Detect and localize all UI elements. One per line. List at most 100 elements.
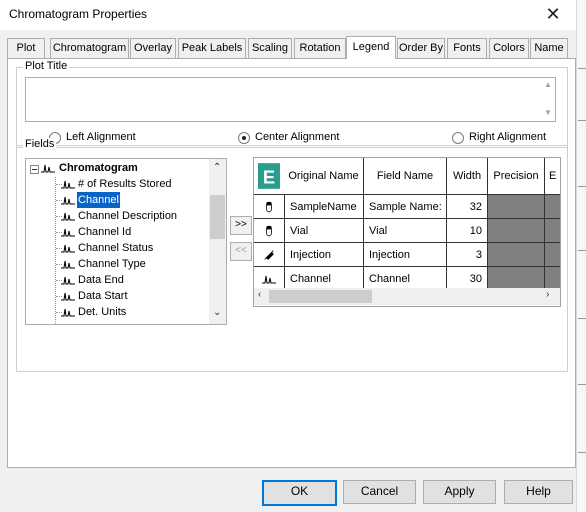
chevron-down-icon[interactable]: ⌄ xyxy=(213,307,221,318)
field-tree[interactable]: Chromatogram # of Results Stored Channel… xyxy=(25,158,227,325)
column-header-truncated[interactable]: E xyxy=(545,158,560,195)
ok-button[interactable]: OK xyxy=(262,480,337,506)
apply-button[interactable]: Apply xyxy=(423,480,496,504)
title-bar: Chromatogram Properties ✕ xyxy=(0,0,576,30)
tree-root-label: Chromatogram xyxy=(59,162,138,174)
remove-field-button[interactable]: << xyxy=(230,242,252,261)
plot-title-scrollbar[interactable]: ▲ ▼ xyxy=(542,78,555,121)
cell-original-name[interactable]: Injection xyxy=(285,243,364,267)
cancel-button[interactable]: Cancel xyxy=(343,480,416,504)
chromatogram-icon xyxy=(61,180,75,189)
tree-item-label: Data End xyxy=(78,274,124,286)
scroll-thumb[interactable] xyxy=(269,290,372,303)
tree-item-label: Channel Status xyxy=(78,242,154,254)
tab-chromatogram[interactable]: Chromatogram xyxy=(50,38,129,58)
edge-mark xyxy=(578,186,586,187)
tab-fonts[interactable]: Fonts xyxy=(447,38,487,58)
window-title: Chromatogram Properties xyxy=(9,7,148,21)
tab-legend[interactable]: Legend xyxy=(346,36,396,59)
scroll-up-icon[interactable]: ▲ xyxy=(544,80,552,89)
tree-scrollbar[interactable]: ⌃ ⌄ xyxy=(209,159,226,324)
chromatogram-icon xyxy=(61,196,75,205)
cell-precision[interactable] xyxy=(488,195,545,219)
tab-plot[interactable]: Plot xyxy=(7,38,45,58)
scroll-thumb[interactable] xyxy=(210,195,225,239)
vial-icon xyxy=(266,225,272,237)
cell-original-name[interactable]: SampleName xyxy=(285,195,364,219)
tree-root-chromatogram[interactable]: Chromatogram xyxy=(26,160,206,176)
close-icon[interactable]: ✕ xyxy=(535,2,571,26)
tree-item-label: Channel xyxy=(77,192,120,208)
cell-field-name[interactable]: Sample Name: xyxy=(364,195,447,219)
chromatogram-icon xyxy=(61,212,75,221)
legend-panel: Plot Title ▲ ▼ Left Alignment Center Ali… xyxy=(7,58,576,468)
plot-title-group: Plot Title ▲ ▼ Left Alignment Center Ali… xyxy=(16,60,568,148)
tab-order-by[interactable]: Order By xyxy=(397,38,445,58)
tab-name[interactable]: Name xyxy=(530,38,568,58)
tree-item-label: Channel Type xyxy=(78,258,146,270)
chromatogram-icon xyxy=(262,275,276,284)
tab-scaling[interactable]: Scaling xyxy=(248,38,292,58)
row-icon-cell xyxy=(254,195,285,219)
fields-label: Fields xyxy=(23,138,57,150)
edge-mark xyxy=(578,384,586,385)
radio-selected-dot xyxy=(242,136,246,140)
edge-mark xyxy=(578,120,586,121)
chromatogram-icon xyxy=(61,292,75,301)
dialog-window: Chromatogram Properties ✕ Plot Chromatog… xyxy=(0,0,576,512)
svg-text:E: E xyxy=(263,166,275,187)
tab-rotation[interactable]: Rotation xyxy=(294,38,346,58)
plot-title-input[interactable]: ▲ ▼ xyxy=(25,77,556,122)
grid-horizontal-scrollbar[interactable]: ‹ › xyxy=(254,288,560,305)
cell-precision[interactable] xyxy=(488,243,545,267)
chromatogram-icon xyxy=(61,260,75,269)
scroll-down-icon[interactable]: ▼ xyxy=(544,108,552,117)
tree-item-label: Channel Id xyxy=(78,226,132,238)
cell-precision[interactable] xyxy=(488,219,545,243)
row-icon-cell xyxy=(254,243,285,267)
chevron-right-icon[interactable]: › xyxy=(546,289,549,300)
cell-truncated[interactable] xyxy=(545,195,560,219)
cell-original-name[interactable]: Vial xyxy=(285,219,364,243)
cell-truncated[interactable] xyxy=(545,219,560,243)
tree-item-label: # of Results Stored xyxy=(78,178,172,190)
cell-width[interactable]: 32 xyxy=(447,195,488,219)
fields-group: Fields Chromatogram # of Results Stored … xyxy=(16,138,568,372)
chromatogram-icon xyxy=(61,228,75,237)
edge-mark xyxy=(578,250,586,251)
radio-circle xyxy=(452,132,464,144)
radio-circle xyxy=(238,132,250,144)
tree-item-label: Det. Units xyxy=(78,306,127,318)
row-icon-cell xyxy=(254,219,285,243)
edge-mark xyxy=(578,452,586,453)
column-header-precision[interactable]: Precision xyxy=(488,158,545,195)
cell-width[interactable]: 10 xyxy=(447,219,488,243)
chromatogram-icon xyxy=(61,244,75,253)
tree-item-label: Channel Description xyxy=(78,210,178,222)
chevron-left-icon[interactable]: ‹ xyxy=(258,289,261,300)
help-button[interactable]: Help xyxy=(504,480,573,504)
chevron-up-icon[interactable]: ⌃ xyxy=(213,162,221,173)
tab-colors[interactable]: Colors xyxy=(489,38,529,58)
add-field-button[interactable]: >> xyxy=(230,216,252,235)
edge-mark xyxy=(578,318,586,319)
cell-truncated[interactable] xyxy=(545,243,560,267)
tab-peak-labels[interactable]: Peak Labels xyxy=(178,38,246,58)
chromatogram-icon xyxy=(61,276,75,285)
cell-field-name[interactable]: Injection xyxy=(364,243,447,267)
column-header-width[interactable]: Width xyxy=(447,158,488,195)
cell-width[interactable]: 3 xyxy=(447,243,488,267)
collapse-icon[interactable] xyxy=(30,165,39,174)
legend-fields-grid[interactable]: E Original Name Field Name Width Precisi… xyxy=(253,157,561,307)
empower-logo-icon: E xyxy=(258,163,280,189)
column-header-original-name[interactable]: Original Name xyxy=(284,158,364,195)
column-header-field-name[interactable]: Field Name xyxy=(364,158,447,195)
chromatogram-icon xyxy=(41,164,55,173)
background-window-edge xyxy=(576,0,586,512)
right-alignment-label: Right Alignment xyxy=(469,131,547,143)
tab-overlay[interactable]: Overlay xyxy=(130,38,176,58)
center-alignment-label: Center Alignment xyxy=(255,131,340,143)
vial-icon xyxy=(266,201,272,213)
plot-title-label: Plot Title xyxy=(23,60,70,72)
cell-field-name[interactable]: Vial xyxy=(364,219,447,243)
